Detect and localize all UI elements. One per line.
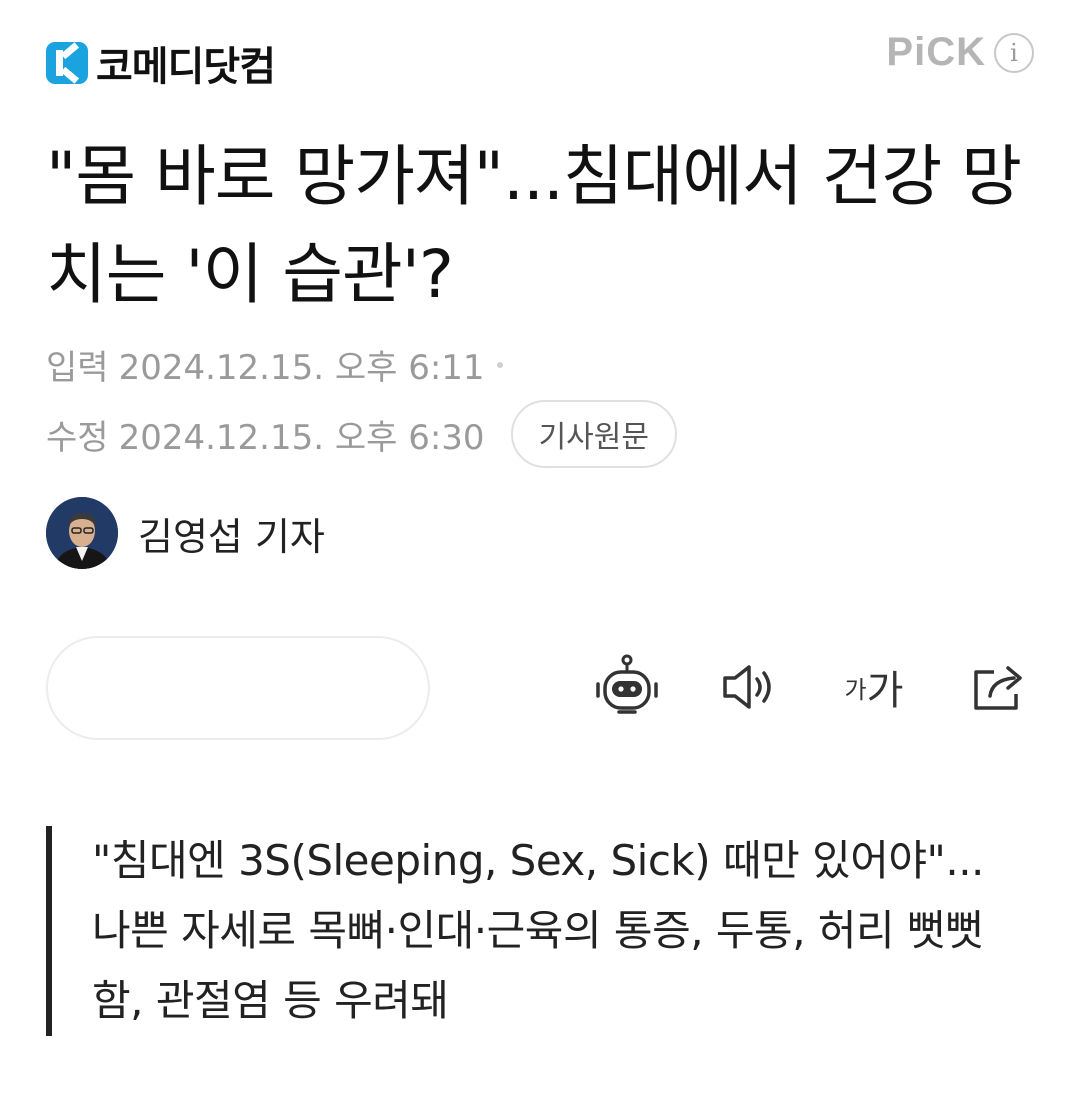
article-title: "몸 바로 망가져"...침대에서 건강 망치는 '이 습관'? [46, 138, 1022, 313]
author-avatar [46, 497, 118, 569]
article-subtitle-quote: "침대엔 3S(Sleeping, Sex, Sick) 때만 있어야"...나… [46, 826, 1006, 1036]
modified-label: 수정 [46, 417, 109, 458]
original-article-button[interactable]: 기사원문 [510, 400, 677, 468]
pick-label: PiCK [886, 30, 986, 74]
author-name: 김영섭 기자 [138, 514, 325, 559]
published-date: 입력 2024.12.15. 오후 6:11 [46, 340, 503, 389]
info-icon[interactable]: i [994, 32, 1034, 73]
top-header: 코메디닷컴 PiCK i [0, 0, 1080, 110]
speaker-icon[interactable] [720, 652, 780, 722]
robot-summary-icon[interactable] [594, 652, 660, 722]
press-logo[interactable]: 코메디닷컴 [46, 34, 276, 92]
subtitle-text: "침대엔 3S(Sleeping, Sex, Sick) 때만 있어야"...나… [92, 836, 984, 1025]
font-size-icon[interactable]: 가가 [838, 652, 910, 722]
modified-date: 수정 2024.12.15. 오후 6:30 기사원문 [46, 400, 677, 468]
modified-value: 2024.12.15. 오후 6:30 [118, 417, 485, 458]
published-value: 2024.12.15. 오후 6:11 [118, 348, 485, 388]
logo-text: 코메디닷컴 [96, 44, 276, 90]
comedy-logo-icon [46, 42, 88, 84]
published-label: 입력 [46, 348, 109, 388]
separator-dot [496, 361, 503, 368]
font-large-glyph: 가 [866, 668, 904, 714]
author-info[interactable]: 김영섭 기자 [46, 497, 325, 569]
share-icon[interactable] [968, 652, 1030, 722]
font-small-glyph: 가 [844, 675, 867, 704]
ad-banner-pill[interactable] [46, 636, 430, 740]
pick-badge: PiCK i [886, 30, 1034, 75]
